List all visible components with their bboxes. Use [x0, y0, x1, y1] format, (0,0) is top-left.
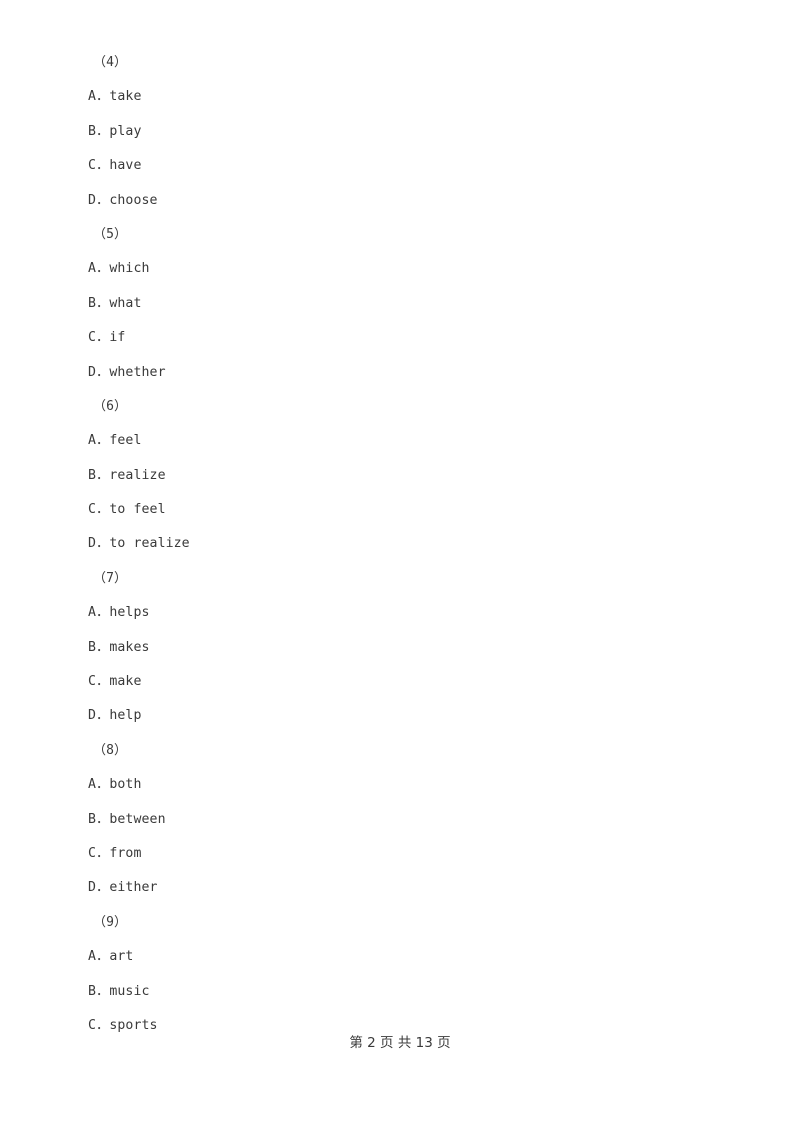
- answer-option: C．if: [88, 330, 126, 346]
- answer-option: D．either: [88, 880, 158, 896]
- answer-option: A．helps: [88, 605, 150, 621]
- answer-option: A．take: [88, 89, 142, 105]
- answer-option: C．make: [88, 674, 142, 690]
- question-number: （7）: [93, 570, 128, 586]
- answer-option: B．play: [88, 123, 142, 139]
- document-page: （4） A．take B．play C．have D．choose （5） A．which B…: [0, 0, 800, 1132]
- answer-option: B．realize: [88, 467, 166, 483]
- answer-option: C．to feel: [88, 502, 166, 518]
- answer-option: D．to realize: [88, 536, 190, 552]
- answer-option: A．both: [88, 777, 142, 793]
- answer-option: D．whether: [88, 364, 166, 380]
- question-number: （9）: [93, 914, 128, 930]
- answer-option: B．what: [88, 295, 142, 311]
- answer-option: B．between: [88, 811, 166, 827]
- page-footer: 第 2 页 共 13 页: [349, 1035, 451, 1051]
- answer-option: A．which: [88, 261, 150, 277]
- question-number: （6）: [93, 398, 128, 414]
- answer-option: A．feel: [88, 433, 142, 449]
- question-number: （8）: [93, 742, 128, 758]
- question-number: （4）: [93, 55, 128, 70]
- answer-option: D．choose: [88, 192, 158, 208]
- question-list: （4） A．take B．play C．have D．choose （5） A．which B…: [0, 0, 800, 1043]
- answer-option: D．help: [88, 708, 142, 724]
- answer-option: A．art: [88, 949, 134, 965]
- answer-option: B．music: [88, 983, 150, 999]
- answer-option: C．from: [88, 845, 142, 861]
- question-number: （5）: [93, 226, 128, 242]
- answer-option: C．have: [88, 158, 142, 174]
- answer-option: B．makes: [88, 639, 150, 655]
